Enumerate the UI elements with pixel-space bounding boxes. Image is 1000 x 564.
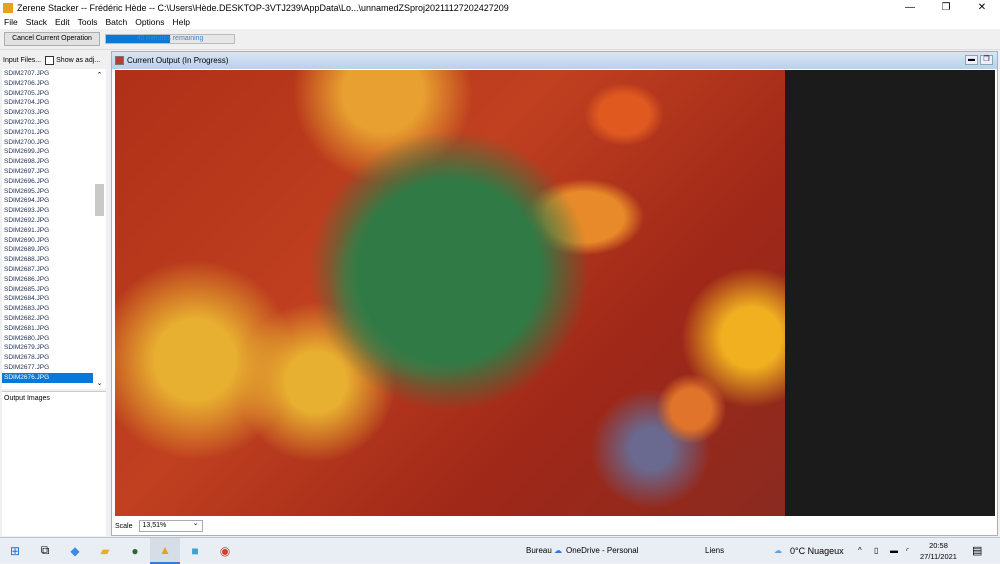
onedrive-icon[interactable]: ☁ bbox=[554, 538, 562, 564]
input-files-pane: Input Files... Show as adj... SDIM2707.J… bbox=[0, 51, 110, 536]
file-list-item[interactable]: SDIM2696.JPG bbox=[2, 177, 93, 187]
stacked-output-image bbox=[115, 70, 785, 516]
panel-title: Current Output (In Progress) bbox=[127, 56, 229, 65]
close-button[interactable]: ✕ bbox=[964, 0, 1000, 16]
scale-label: Scale bbox=[115, 522, 133, 530]
file-list-item[interactable]: SDIM2706.JPG bbox=[2, 79, 93, 89]
file-list-item[interactable]: SDIM2705.JPG bbox=[2, 89, 93, 99]
liens-toolbar[interactable]: Liens bbox=[705, 538, 724, 564]
file-list-item[interactable]: SDIM2681.JPG bbox=[2, 324, 93, 334]
file-list-item[interactable]: SDIM2704.JPG bbox=[2, 98, 93, 108]
device-icon[interactable]: ▯ bbox=[874, 538, 878, 564]
minimize-button[interactable]: — bbox=[892, 0, 928, 16]
file-list-item[interactable]: SDIM2687.JPG bbox=[2, 265, 93, 275]
show-as-checkbox[interactable] bbox=[45, 55, 55, 65]
tripadvisor-icon[interactable]: ● bbox=[120, 538, 150, 564]
file-list-item[interactable]: SDIM2685.JPG bbox=[2, 285, 93, 295]
file-list-item[interactable]: SDIM2690.JPG bbox=[2, 236, 93, 246]
menu-help[interactable]: Help bbox=[169, 16, 194, 29]
onedrive-label[interactable]: OneDrive - Personal bbox=[566, 538, 638, 564]
weather-icon[interactable]: ☁ bbox=[774, 538, 782, 564]
file-list-item[interactable]: SDIM2699.JPG bbox=[2, 147, 93, 157]
menu-options[interactable]: Options bbox=[131, 16, 168, 29]
file-list-item[interactable]: SDIM2684.JPG bbox=[2, 294, 93, 304]
battery-icon[interactable]: ▬ bbox=[890, 538, 898, 564]
scale-select[interactable]: 13,51% bbox=[138, 519, 203, 532]
file-list-item[interactable]: SDIM2688.JPG bbox=[2, 255, 93, 265]
chrome-icon[interactable]: ◉ bbox=[210, 538, 240, 564]
menu-file[interactable]: File bbox=[0, 16, 22, 29]
file-list-item[interactable]: SDIM2680.JPG bbox=[2, 334, 93, 344]
scroll-up-icon[interactable]: ⌃ bbox=[93, 71, 106, 79]
file-list-item[interactable]: SDIM2702.JPG bbox=[2, 118, 93, 128]
taskbar: ⊞ ⧉ ◆ ▰ ● ▲ ■ ◉ Bureau ☁ OneDrive - Pers… bbox=[0, 537, 1000, 564]
file-list-item[interactable]: SDIM2677.JPG bbox=[2, 363, 93, 373]
scroll-thumb[interactable] bbox=[95, 184, 104, 216]
wifi-icon[interactable]: ◜ bbox=[906, 538, 909, 564]
input-files-label: Input Files... bbox=[3, 56, 42, 64]
image-canvas[interactable] bbox=[115, 70, 995, 516]
file-list-item[interactable]: SDIM2689.JPG bbox=[2, 245, 93, 255]
file-list-item[interactable]: SDIM2691.JPG bbox=[2, 226, 93, 236]
start-button[interactable]: ⊞ bbox=[0, 538, 30, 564]
file-list-item[interactable]: SDIM2679.JPG bbox=[2, 343, 93, 353]
panel-maximize-button[interactable]: ❐ bbox=[980, 55, 993, 65]
clock[interactable]: 20:58 27/11/2021 bbox=[920, 540, 957, 562]
app-cube-icon[interactable]: ■ bbox=[180, 538, 210, 564]
file-list-item[interactable]: SDIM2700.JPG bbox=[2, 138, 93, 148]
task-view-icon[interactable]: ⧉ bbox=[30, 538, 60, 564]
menu-tools[interactable]: Tools bbox=[74, 16, 102, 29]
zerene-stacker-icon[interactable]: ▲ bbox=[150, 537, 180, 564]
file-list-item[interactable]: SDIM2697.JPG bbox=[2, 167, 93, 177]
file-list-item[interactable]: SDIM2703.JPG bbox=[2, 108, 93, 118]
weather-text[interactable]: 0°C Nuageux bbox=[790, 538, 844, 564]
show-as-label: Show as adj... bbox=[56, 56, 101, 64]
app-icon bbox=[3, 3, 13, 13]
title-bar: Zerene Stacker -- Frédéric Hède -- C:\Us… bbox=[0, 0, 1000, 16]
cancel-operation-button[interactable]: Cancel Current Operation bbox=[4, 32, 100, 46]
file-list-item[interactable]: SDIM2692.JPG bbox=[2, 216, 93, 226]
file-explorer-icon[interactable]: ▰ bbox=[90, 538, 120, 564]
window-title: Zerene Stacker -- Frédéric Hède -- C:\Us… bbox=[17, 3, 509, 13]
file-list-item[interactable]: SDIM2693.JPG bbox=[2, 206, 93, 216]
menu-batch[interactable]: Batch bbox=[101, 16, 131, 29]
output-images-pane: Output Images bbox=[2, 391, 106, 536]
dropbox-icon[interactable]: ◆ bbox=[60, 538, 90, 564]
scroll-down-icon[interactable]: ⌄ bbox=[93, 379, 106, 387]
maximize-button[interactable]: ❐ bbox=[928, 0, 964, 16]
file-list-item[interactable]: SDIM2694.JPG bbox=[2, 196, 93, 206]
clock-time: 20:58 bbox=[929, 541, 948, 550]
file-list-item[interactable]: SDIM2707.JPG bbox=[2, 69, 93, 79]
menu-edit[interactable]: Edit bbox=[51, 16, 74, 29]
file-list-item[interactable]: SDIM2676.JPG bbox=[2, 372, 93, 383]
progress-text: 40 minutes remaining bbox=[136, 35, 204, 42]
progress-bar: 40 minutes remaining bbox=[105, 34, 235, 44]
notifications-icon[interactable]: ▤ bbox=[972, 538, 982, 564]
bureau-toolbar[interactable]: Bureau bbox=[526, 538, 552, 564]
file-list-item[interactable]: SDIM2682.JPG bbox=[2, 314, 93, 324]
file-list-item[interactable]: SDIM2683.JPG bbox=[2, 304, 93, 314]
current-output-panel: Current Output (In Progress) ▬ ❐ Scale 1… bbox=[111, 51, 998, 536]
file-list-item[interactable]: SDIM2686.JPG bbox=[2, 275, 93, 285]
menu-stack[interactable]: Stack bbox=[22, 16, 51, 29]
output-images-label: Output Images bbox=[4, 395, 50, 402]
file-list-item[interactable]: SDIM2678.JPG bbox=[2, 353, 93, 363]
file-list: SDIM2707.JPG SDIM2706.JPG SDIM2705.JPG SDIM… bbox=[2, 69, 106, 389]
file-list-item[interactable]: SDIM2695.JPG bbox=[2, 187, 93, 197]
tray-chevron-icon[interactable]: ^ bbox=[858, 538, 862, 564]
output-icon bbox=[115, 56, 124, 65]
panel-minimize-button[interactable]: ▬ bbox=[965, 55, 978, 65]
file-list-item[interactable]: SDIM2698.JPG bbox=[2, 157, 93, 167]
file-list-scrollbar[interactable]: ⌃ ⌄ bbox=[93, 69, 106, 389]
clock-date: 27/11/2021 bbox=[920, 552, 957, 561]
file-list-item[interactable]: SDIM2701.JPG bbox=[2, 128, 93, 138]
menu-bar: File Stack Edit Tools Batch Options Help bbox=[0, 16, 1000, 29]
toolbar: Cancel Current Operation 40 minutes rema… bbox=[0, 29, 1000, 50]
